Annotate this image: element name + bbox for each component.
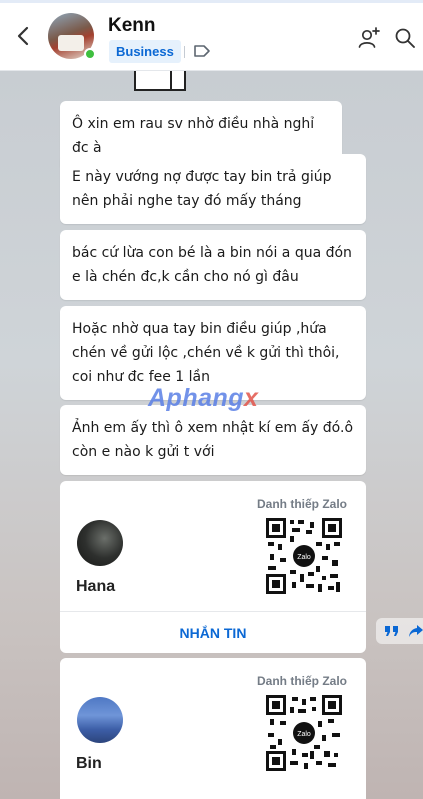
watermark: Aphangx: [148, 384, 258, 413]
card-avatar[interactable]: [77, 520, 123, 566]
message-bubble[interactable]: bác cứ lừa con bé là a bin nói a qua đón…: [60, 230, 366, 300]
header-divider: [184, 46, 185, 58]
message-text: Hoặc nhờ qua tay bin điều giúp ,hứa chén…: [72, 321, 340, 385]
message-text: bác cứ lừa con bé là a bin nói a qua đón…: [72, 245, 352, 285]
search-icon[interactable]: [394, 27, 416, 49]
qr-code[interactable]: Zalo: [266, 695, 342, 771]
message-text: E này vướng nợ được tay bin trả giúp nên…: [72, 169, 332, 209]
card-label: Danh thiếp Zalo: [257, 497, 347, 511]
card-name[interactable]: Bin: [76, 755, 102, 773]
card-header: Danh thiếp Zalo Bin Zalo: [60, 658, 366, 788]
card-name[interactable]: Hana: [76, 578, 115, 596]
online-status-dot: [84, 48, 96, 60]
watermark-accent: x: [244, 384, 259, 412]
contact-card-hana[interactable]: Danh thiếp Zalo Hana Zalo NHẮN TIN: [60, 481, 366, 653]
qr-logo-text: Zalo: [297, 731, 311, 738]
back-chevron-icon: [17, 26, 29, 46]
contact-avatar[interactable]: [48, 13, 96, 61]
card-header: Danh thiếp Zalo Hana Zalo: [60, 481, 366, 611]
watermark-main: Aphang: [148, 384, 245, 412]
contact-name[interactable]: Kenn: [108, 15, 156, 37]
message-bubble[interactable]: Ảnh em ấy thì ô xem nhật kí em ấy đó.ô c…: [60, 405, 366, 475]
message-bubble[interactable]: E này vướng nợ được tay bin trả giúp nên…: [60, 154, 366, 224]
card-label: Danh thiếp Zalo: [257, 674, 347, 688]
quote-icon[interactable]: [384, 624, 400, 638]
message-button[interactable]: NHẮN TIN: [60, 611, 366, 653]
qr-code[interactable]: Zalo: [266, 518, 342, 594]
message-text: Ảnh em ấy thì ô xem nhật kí em ấy đó.ô c…: [72, 420, 354, 460]
message-text: Ô xin em rau sv nhờ điều nhà nghỉ đc à: [72, 116, 315, 156]
sticker-image[interactable]: [134, 71, 186, 91]
chat-header: Kenn Business: [0, 0, 423, 71]
contact-card-bin[interactable]: Danh thiếp Zalo Bin Zalo: [60, 658, 366, 799]
qr-logo-text: Zalo: [297, 554, 311, 561]
chat-area[interactable]: Ô xin em rau sv nhờ điều nhà nghỉ đc à E…: [0, 71, 423, 799]
forward-icon[interactable]: [408, 624, 423, 638]
card-avatar[interactable]: [77, 697, 123, 743]
business-badge: Business: [109, 40, 181, 63]
back-button[interactable]: [12, 25, 34, 47]
message-quick-actions: [376, 618, 423, 644]
tag-icon[interactable]: [193, 44, 211, 58]
add-friend-icon[interactable]: [357, 26, 381, 50]
